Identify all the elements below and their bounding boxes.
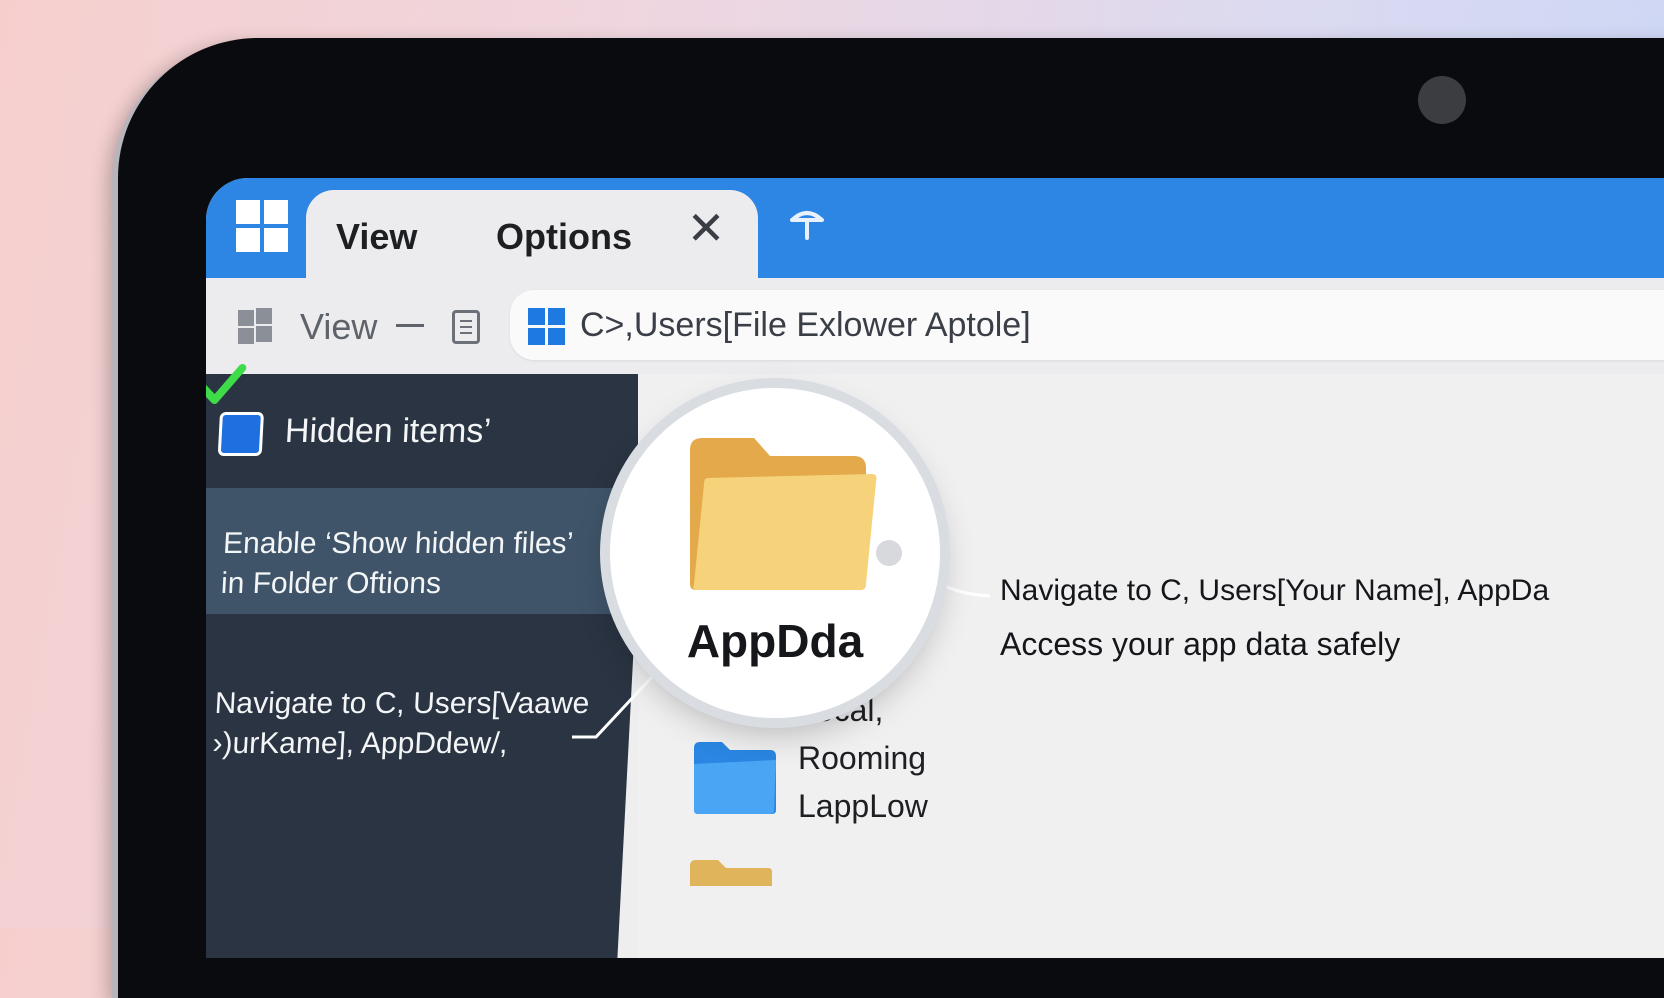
windows-logo-icon (528, 308, 566, 346)
windows-start-icon[interactable] (238, 308, 274, 344)
minimize-icon[interactable] (396, 324, 424, 327)
magnified-folder-label: AppDda (686, 615, 864, 667)
folder-label[interactable]: LappLow (798, 788, 928, 825)
tip-line: in Folder Oftions (220, 567, 442, 600)
navigate-tip: Navigate to C, Users[Vaawe ›)urKame], Ap… (212, 684, 616, 764)
document-icon[interactable] (452, 310, 480, 344)
navigate-description: Navigate to C, Users[Your Name], AppDa (1000, 574, 1550, 607)
tip-line: ›)urKame], AppDdew/, (211, 727, 509, 760)
toolbar: View C>,Users[File Exlower Aptole] (206, 278, 1664, 374)
sidebar-panel: Hidden items’ Enable ‘Show hidden files’… (206, 364, 648, 958)
address-path[interactable]: C>,Users[File Exlower Aptole] (580, 306, 1031, 345)
tip-line: Navigate to C, Users[Vaawe (213, 687, 591, 720)
title-bar: View Options ✕ (206, 178, 1664, 280)
tab-view-options[interactable]: View Options ✕ (306, 190, 758, 280)
tab-view-label: View (336, 216, 418, 257)
windows-logo-icon[interactable] (236, 200, 288, 252)
hidden-items-label[interactable]: Hidden items’ (284, 412, 492, 451)
webcam (1418, 76, 1466, 124)
close-icon[interactable]: ✕ (686, 205, 726, 251)
magnifier-handle-dot (876, 540, 902, 566)
folder-icon (694, 742, 776, 814)
tab-options-label: Options (496, 216, 632, 257)
access-description: Access your app data safely (1000, 626, 1401, 662)
folder-icon (690, 860, 772, 886)
tip-line: Enable ‘Show hidden files’ (222, 527, 575, 560)
folder-label[interactable]: Rooming (798, 740, 926, 777)
folder-icon[interactable] (684, 434, 880, 594)
checkmark-icon (206, 364, 247, 404)
folder-magnifier: AppDda (610, 388, 940, 718)
hidden-items-checkbox[interactable] (217, 412, 265, 456)
address-bar[interactable]: C>,Users[File Exlower Aptole] (510, 290, 1664, 360)
enable-hidden-files-tip: Enable ‘Show hidden files’ in Folder Oft… (220, 524, 604, 604)
pin-icon[interactable] (788, 204, 826, 242)
view-menu-button[interactable]: View (300, 306, 377, 348)
